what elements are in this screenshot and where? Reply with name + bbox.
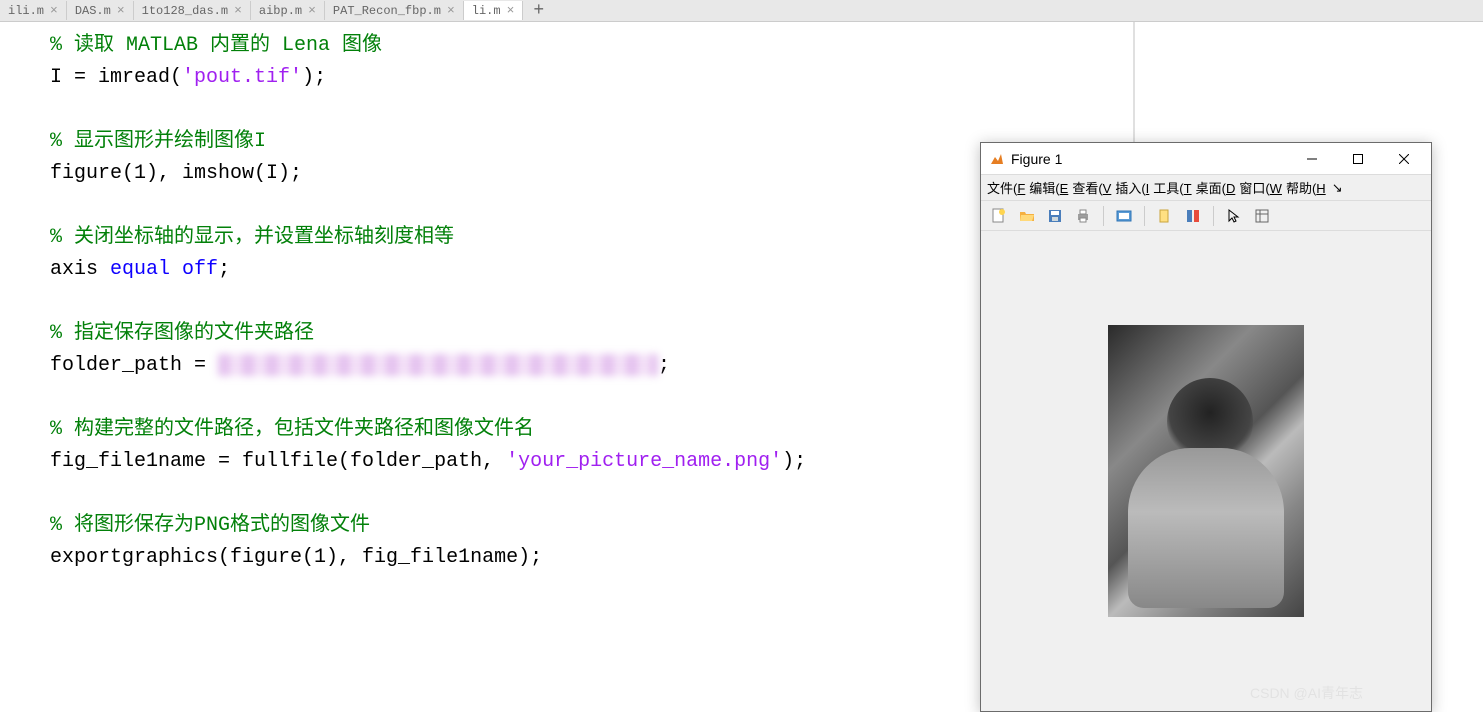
tab-label: 1to128_das.m [142,4,228,18]
menu-item[interactable]: 查看(V [1070,176,1113,199]
figure-image [1108,325,1304,617]
code-editor[interactable]: % 读取 MATLAB 内置的 Lena 图像I = imread('pout.… [0,22,1135,711]
tab-item[interactable]: aibp.m × [251,1,325,20]
code-line[interactable]: folder_path = ; [50,350,1133,382]
tab-item[interactable]: ili.m × [0,1,67,20]
print-icon[interactable] [1071,204,1095,228]
menu-item[interactable]: 插入(I [1113,176,1151,199]
tab-label: li.m [472,4,501,18]
code-line[interactable]: % 构建完整的文件路径，包括文件夹路径和图像文件名 [50,414,1133,446]
figure-toolbar [981,201,1431,231]
code-line[interactable] [50,286,1133,318]
toolbar-separator [1103,206,1104,226]
figure-menubar: 文件(F 编辑(E 查看(V 插入(I 工具(T 桌面(D 窗口(W 帮助(H … [981,175,1431,201]
close-icon[interactable]: × [234,3,242,18]
code-line[interactable]: I = imread('pout.tif'); [50,62,1133,94]
redacted-text [218,354,658,376]
tab-label: ili.m [8,4,44,18]
tab-item[interactable]: DAS.m × [67,1,134,20]
minimize-button[interactable] [1289,144,1335,174]
code-line[interactable]: % 将图形保存为PNG格式的图像文件 [50,510,1133,542]
tab-label: DAS.m [75,4,111,18]
save-icon[interactable] [1043,204,1067,228]
figure-canvas [981,231,1431,711]
tab-label: aibp.m [259,4,302,18]
tab-label: PAT_Recon_fbp.m [333,4,441,18]
figure-title: Figure 1 [1011,151,1289,167]
link-icon[interactable] [1153,204,1177,228]
pointer-icon[interactable] [1222,204,1246,228]
close-icon[interactable]: × [308,3,316,18]
close-button[interactable] [1381,144,1427,174]
menu-overflow-icon[interactable]: ↘ [1328,180,1347,196]
code-line[interactable]: figure(1), imshow(I); [50,158,1133,190]
code-line[interactable]: % 指定保存图像的文件夹路径 [50,318,1133,350]
toolbar-separator [1144,206,1145,226]
open-icon[interactable] [1015,204,1039,228]
code-line[interactable]: axis equal off; [50,254,1133,286]
menu-item[interactable]: 帮助(H [1284,176,1328,199]
close-icon[interactable]: × [117,3,125,18]
code-line[interactable]: % 读取 MATLAB 内置的 Lena 图像 [50,30,1133,62]
code-line[interactable]: % 显示图形并绘制图像I [50,126,1133,158]
toolbar-separator [1213,206,1214,226]
code-line[interactable] [50,94,1133,126]
screenshot-icon[interactable] [1112,204,1136,228]
close-icon[interactable]: × [507,3,515,18]
code-line[interactable]: fig_file1name = fullfile(folder_path, 'y… [50,446,1133,478]
inspector-icon[interactable] [1250,204,1274,228]
menu-item[interactable]: 窗口(W [1237,176,1284,199]
maximize-button[interactable] [1335,144,1381,174]
code-line[interactable] [50,382,1133,414]
menu-item[interactable]: 桌面(D [1194,176,1238,199]
code-line[interactable]: % 关闭坐标轴的显示，并设置坐标轴刻度相等 [50,222,1133,254]
figure-window: Figure 1 文件(F 编辑(E 查看(V 插入(I 工具(T 桌面(D 窗… [980,142,1432,712]
code-line[interactable]: exportgraphics(figure(1), fig_file1name)… [50,542,1133,574]
matlab-icon [989,151,1005,167]
code-line[interactable] [50,478,1133,510]
new-icon[interactable] [987,204,1011,228]
close-icon[interactable]: × [50,3,58,18]
add-tab-button[interactable]: + [523,1,554,21]
menu-item[interactable]: 文件(F [985,176,1027,199]
menu-item[interactable]: 工具(T [1151,176,1193,199]
tab-item-active[interactable]: li.m × [464,1,524,20]
menu-item[interactable]: 编辑(E [1027,176,1070,199]
tab-item[interactable]: 1to128_das.m × [134,1,251,20]
figure-titlebar[interactable]: Figure 1 [981,143,1431,175]
colorbar-icon[interactable] [1181,204,1205,228]
code-line[interactable] [50,190,1133,222]
editor-tab-bar: ili.m × DAS.m × 1to128_das.m × aibp.m × PAT_… [0,0,1483,22]
tab-item[interactable]: PAT_Recon_fbp.m × [325,1,464,20]
close-icon[interactable]: × [447,3,455,18]
